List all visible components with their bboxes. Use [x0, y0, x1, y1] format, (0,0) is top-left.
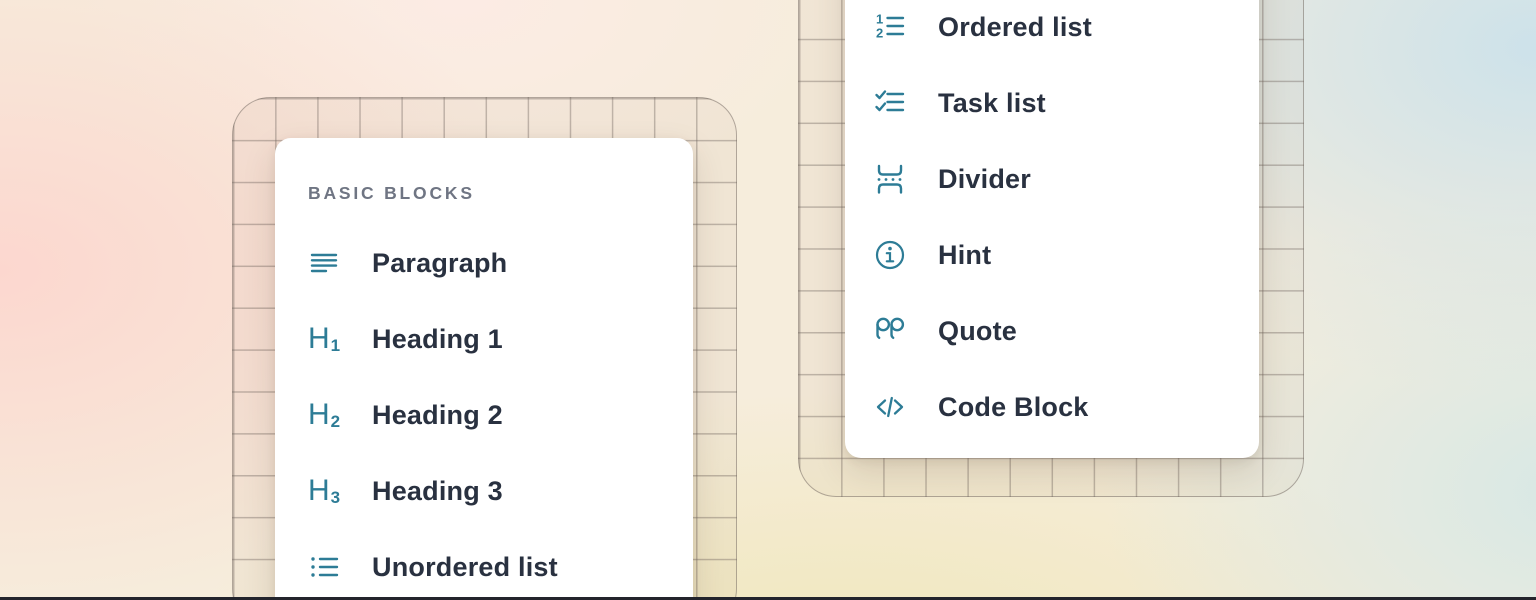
- paragraph-icon: [308, 247, 340, 279]
- basic-blocks-menu: Paragraph H1 Heading 1 H2 Heading 2 H3 H…: [308, 225, 681, 600]
- menu-item-ordered-list[interactable]: 1 2 Ordered list: [874, 0, 1247, 65]
- menu-item-unordered-list[interactable]: Unordered list: [308, 529, 681, 600]
- hint-icon: [874, 239, 906, 271]
- menu-item-label: Heading 2: [372, 400, 503, 431]
- blocks-menu: 1 2 Ordered list: [874, 0, 1247, 445]
- heading-3-icon: H3: [308, 475, 340, 507]
- menu-item-label: Task list: [938, 88, 1046, 119]
- menu-item-label: Heading 3: [372, 476, 503, 507]
- menu-item-code-block[interactable]: Code Block: [874, 369, 1247, 445]
- menu-item-label: Unordered list: [372, 552, 558, 583]
- heading-1-icon: H1: [308, 323, 340, 355]
- task-list-icon: [874, 87, 906, 119]
- basic-blocks-menu-card: BASIC BLOCKS Paragraph H1 Heading 1: [275, 138, 693, 600]
- page-background: BASIC BLOCKS Paragraph H1 Heading 1: [0, 0, 1536, 600]
- menu-item-label: Ordered list: [938, 12, 1092, 43]
- menu-item-task-list[interactable]: Task list: [874, 65, 1247, 141]
- menu-item-label: Quote: [938, 316, 1017, 347]
- heading-2-icon: H2: [308, 399, 340, 431]
- divider-icon: [874, 163, 906, 195]
- quote-icon: [874, 315, 906, 347]
- menu-item-label: Hint: [938, 240, 991, 271]
- menu-item-hint[interactable]: Hint: [874, 217, 1247, 293]
- menu-item-label: Paragraph: [372, 248, 507, 279]
- ordered-list-icon: 1 2: [874, 11, 906, 43]
- heading-letter: H: [308, 324, 330, 354]
- ordered-list-num-2: 2: [876, 26, 883, 41]
- basic-blocks-header: BASIC BLOCKS: [308, 183, 475, 204]
- menu-item-label: Divider: [938, 164, 1031, 195]
- menu-item-label: Code Block: [938, 392, 1089, 423]
- code-block-icon: [874, 391, 906, 423]
- heading-letter: H: [308, 400, 330, 430]
- menu-item-quote[interactable]: Quote: [874, 293, 1247, 369]
- heading-level: 1: [331, 337, 340, 355]
- ordered-list-num-1: 1: [876, 12, 883, 27]
- menu-item-heading-3[interactable]: H3 Heading 3: [308, 453, 681, 529]
- menu-item-paragraph[interactable]: Paragraph: [308, 225, 681, 301]
- heading-level: 2: [331, 413, 340, 431]
- menu-item-divider[interactable]: Divider: [874, 141, 1247, 217]
- unordered-list-icon: [308, 551, 340, 583]
- menu-item-heading-1[interactable]: H1 Heading 1: [308, 301, 681, 377]
- heading-level: 3: [331, 489, 340, 507]
- heading-letter: H: [308, 476, 330, 506]
- menu-item-heading-2[interactable]: H2 Heading 2: [308, 377, 681, 453]
- menu-item-label: Heading 1: [372, 324, 503, 355]
- blocks-menu-card: 1 2 Ordered list: [845, 0, 1259, 458]
